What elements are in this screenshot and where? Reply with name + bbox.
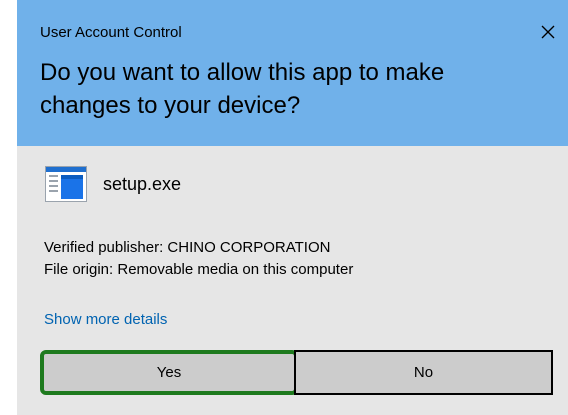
show-more-details-link[interactable]: Show more details	[44, 311, 167, 328]
yes-button[interactable]: Yes	[40, 350, 298, 395]
origin-line: File origin: Removable media on this com…	[44, 261, 354, 278]
app-row: setup.exe	[45, 164, 181, 204]
app-window-icon	[45, 166, 87, 202]
uac-dialog: User Account Control Do you want to allo…	[17, 0, 568, 415]
no-button[interactable]: No	[294, 350, 553, 395]
close-icon	[541, 25, 555, 39]
app-name: setup.exe	[103, 173, 182, 194]
window-title: User Account Control	[40, 24, 182, 41]
screen: User Account Control Do you want to allo…	[0, 0, 568, 415]
dialog-header: User Account Control Do you want to allo…	[17, 0, 568, 146]
no-button-label: No	[413, 364, 434, 381]
publisher-line: Verified publisher: CHINO CORPORATION	[44, 239, 331, 256]
app-details: Verified publisher: CHINO CORPORATION Fi…	[44, 237, 353, 281]
dialog-question: Do you want to allow this app to make ch…	[40, 59, 445, 119]
close-button[interactable]	[528, 14, 568, 50]
yes-button-label: Yes	[156, 364, 182, 381]
